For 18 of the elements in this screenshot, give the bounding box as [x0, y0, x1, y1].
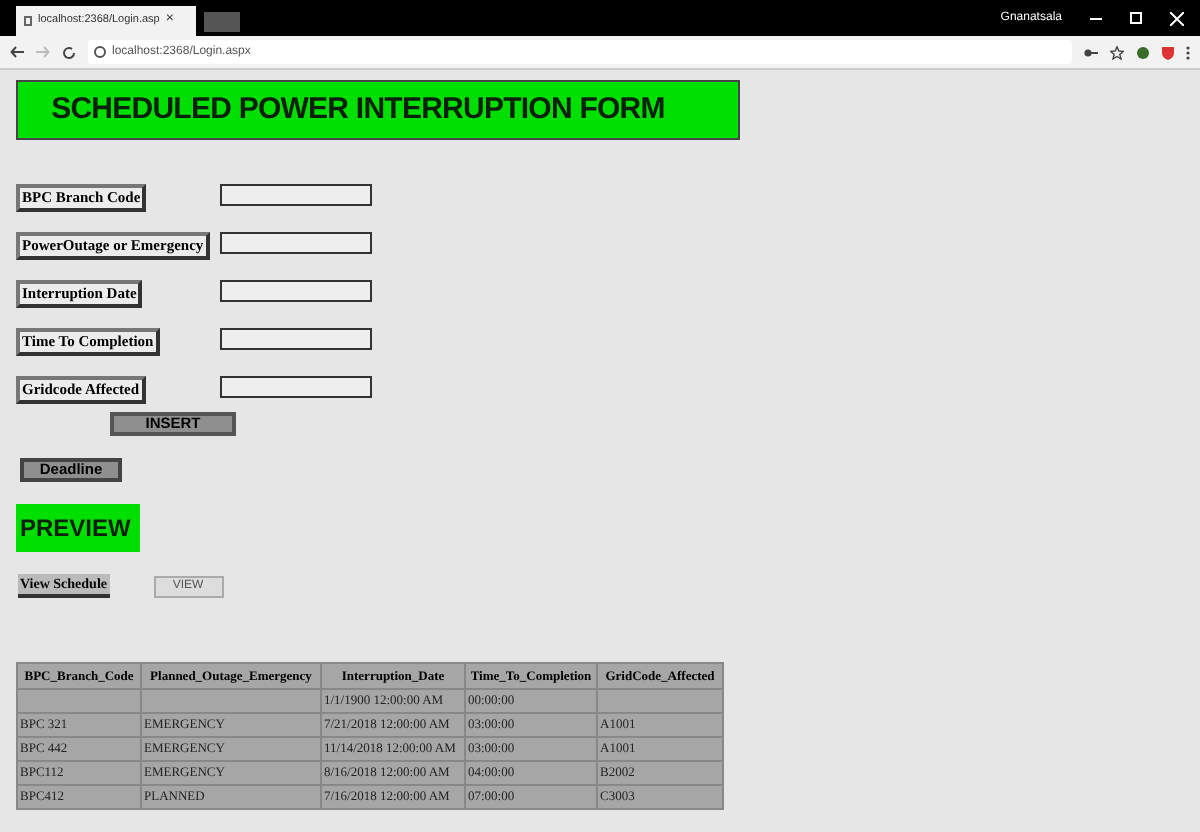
input-field[interactable] [220, 279, 372, 301]
maximize-icon[interactable] [1130, 12, 1142, 24]
star-icon[interactable] [1110, 45, 1124, 59]
form-title: SCHEDULED POWER INTERRUPTION FORM [16, 80, 740, 140]
input-field[interactable] [220, 327, 372, 349]
page-icon [24, 16, 32, 26]
reload-icon[interactable] [62, 45, 76, 59]
input-field[interactable] [220, 231, 372, 253]
shield-icon[interactable] [1162, 45, 1174, 59]
input-field[interactable] [220, 183, 372, 205]
minimize-icon[interactable] [1090, 17, 1102, 19]
extension-icon[interactable] [1136, 45, 1150, 59]
close-icon[interactable] [1170, 11, 1184, 25]
info-icon [94, 46, 106, 58]
preview-title: PREVIEW [16, 504, 140, 552]
input-field[interactable] [220, 375, 372, 397]
back-icon[interactable] [10, 46, 24, 58]
key-icon[interactable] [1084, 47, 1098, 57]
